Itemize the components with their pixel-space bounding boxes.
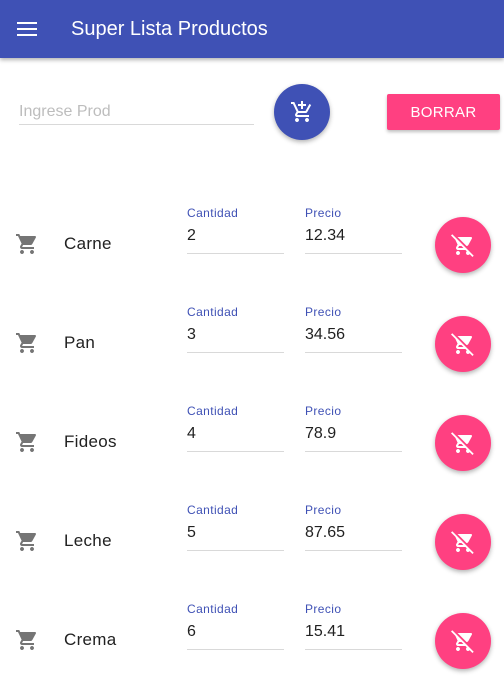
price-field[interactable]: Precio 12.34 <box>305 206 402 254</box>
quantity-label: Cantidad <box>187 503 239 517</box>
price-label: Precio <box>305 305 342 319</box>
price-field[interactable]: Precio 34.56 <box>305 305 402 353</box>
quantity-value[interactable]: 6 <box>187 622 284 650</box>
delete-product-button[interactable] <box>435 514 491 570</box>
quantity-field[interactable]: Cantidad 6 <box>187 602 284 650</box>
price-value[interactable]: 34.56 <box>305 325 402 353</box>
product-name: Carne <box>64 234 112 253</box>
price-label: Precio <box>305 404 342 418</box>
product-row: Carne Cantidad 2 Precio 12.34 <box>0 204 504 274</box>
product-name: Pan <box>64 333 96 352</box>
product-row: Leche Cantidad 5 Precio 87.65 <box>0 501 504 571</box>
app-title: Super Lista Productos <box>71 18 268 40</box>
quantity-label: Cantidad <box>187 206 239 220</box>
price-label: Precio <box>305 206 342 220</box>
shopping-cart-icon <box>16 432 37 452</box>
delete-product-button[interactable] <box>435 415 491 471</box>
add-product-button[interactable] <box>274 84 330 140</box>
price-value[interactable]: 78.9 <box>305 424 402 452</box>
delete-product-button[interactable] <box>435 316 491 372</box>
price-field[interactable]: Precio 87.65 <box>305 503 402 551</box>
remove-shopping-cart-icon <box>451 234 474 257</box>
shopping-cart-icon <box>16 531 37 551</box>
price-field[interactable]: Precio 15.41 <box>305 602 402 650</box>
remove-shopping-cart-icon <box>451 630 474 653</box>
clear-button[interactable]: BORRAR <box>387 94 500 130</box>
quantity-label: Cantidad <box>187 404 239 418</box>
quantity-field[interactable]: Cantidad 3 <box>187 305 284 353</box>
quantity-field[interactable]: Cantidad 2 <box>187 206 284 254</box>
price-value[interactable]: 12.34 <box>305 226 402 254</box>
shopping-cart-icon <box>16 333 37 353</box>
quantity-field[interactable]: Cantidad 5 <box>187 503 284 551</box>
price-value[interactable]: 87.65 <box>305 523 402 551</box>
shopping-cart-icon <box>16 234 37 254</box>
delete-product-button[interactable] <box>435 613 491 669</box>
remove-shopping-cart-icon <box>451 333 474 356</box>
quantity-value[interactable]: 4 <box>187 424 284 452</box>
price-value[interactable]: 15.41 <box>305 622 402 650</box>
remove-shopping-cart-icon <box>451 531 474 554</box>
quantity-value[interactable]: 3 <box>187 325 284 353</box>
price-field[interactable]: Precio 78.9 <box>305 404 402 452</box>
product-name: Leche <box>64 531 112 550</box>
price-label: Precio <box>305 602 342 616</box>
remove-shopping-cart-icon <box>451 432 474 455</box>
product-row: Pan Cantidad 3 Precio 34.56 <box>0 303 504 373</box>
shopping-cart-icon <box>16 630 37 650</box>
add-shopping-cart-icon <box>291 101 312 122</box>
quantity-label: Cantidad <box>187 305 239 319</box>
product-name: Crema <box>64 630 117 649</box>
product-row: Fideos Cantidad 4 Precio 78.9 <box>0 402 504 472</box>
app-toolbar: Super Lista Productos <box>0 0 504 58</box>
quantity-label: Cantidad <box>187 602 239 616</box>
price-label: Precio <box>305 503 342 517</box>
menu-icon[interactable] <box>17 22 37 36</box>
delete-product-button[interactable] <box>435 217 491 273</box>
quantity-value[interactable]: 2 <box>187 226 284 254</box>
quantity-value[interactable]: 5 <box>187 523 284 551</box>
product-row: Crema Cantidad 6 Precio 15.41 <box>0 600 504 670</box>
quantity-field[interactable]: Cantidad 4 <box>187 404 284 452</box>
product-name-input[interactable] <box>19 100 254 125</box>
product-name: Fideos <box>64 432 117 451</box>
